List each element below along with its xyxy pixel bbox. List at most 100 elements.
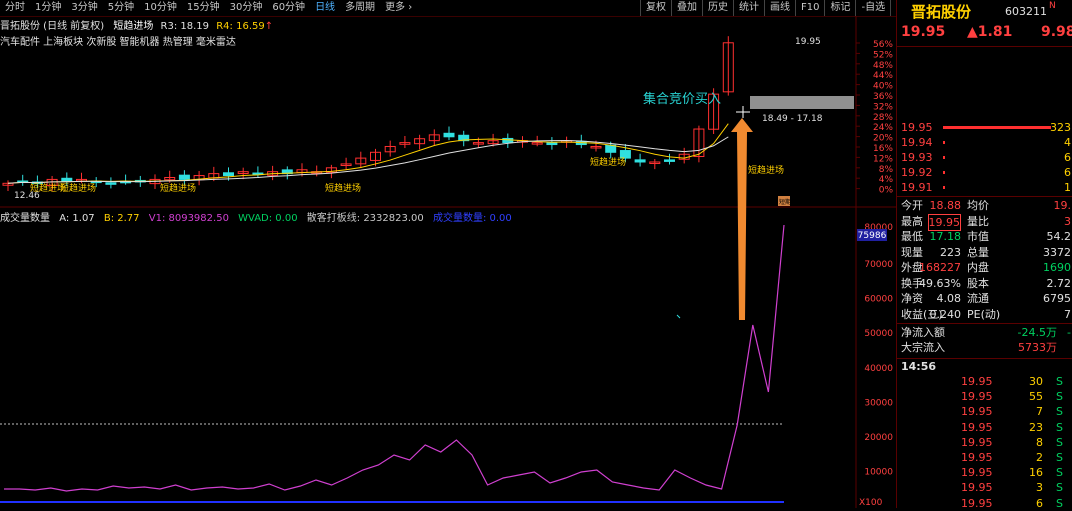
sub-axis-unit: X100 xyxy=(859,498,883,508)
stat-label: 内盘 xyxy=(967,261,989,274)
tool-button-2[interactable]: 历史 xyxy=(702,0,733,16)
sub-axis-label: 30000 xyxy=(864,398,893,408)
signal-label: 短趋进场 xyxy=(590,156,626,168)
tool-button-7[interactable]: -自选 xyxy=(855,0,890,16)
ask-price: 19.91 xyxy=(901,181,933,194)
tick-row-2: 19.95 7 S xyxy=(897,404,1072,419)
sub-wvad-value: WVAD: 0.00 xyxy=(238,213,298,224)
range-label: 18.49 - 17.18 xyxy=(762,114,823,124)
sub-indicator-info: 成交量数量 A: 1.07 B: 2.77 V1: 8093982.50 WVA… xyxy=(0,209,512,224)
tool-button-4[interactable]: 画线 xyxy=(764,0,795,16)
tick-price: 19.95 xyxy=(961,420,993,434)
period-tab-7[interactable]: 60分钟 xyxy=(267,0,310,16)
price-axis-label: 28% xyxy=(873,113,893,123)
stat-value: 168227 xyxy=(919,261,961,274)
stock-name: 晋拓股份 xyxy=(911,3,972,21)
stat-value: 1690 xyxy=(1043,261,1071,274)
tick-side: S xyxy=(1056,420,1063,434)
flow-value: 5733万 xyxy=(1018,341,1057,354)
tick-price: 19.95 xyxy=(961,405,993,419)
period-tab-2[interactable]: 3分钟 xyxy=(66,0,102,16)
candle-body xyxy=(619,150,631,159)
tick-price: 19.95 xyxy=(961,435,993,449)
sub-v1-value: V1: 8093982.50 xyxy=(148,213,229,224)
annotation-arrow xyxy=(731,118,753,320)
price-axis-label: 12% xyxy=(873,154,893,164)
tick-price: 19.95 xyxy=(961,375,993,388)
candle-body xyxy=(105,182,117,185)
current-volume-value: 75986 xyxy=(858,231,887,241)
stat-label: 最低 xyxy=(901,230,923,243)
period-tab-8[interactable]: 日线 xyxy=(310,0,340,16)
candle-body xyxy=(443,132,455,138)
ask-volume-bar xyxy=(943,156,945,159)
tick-row-7: 19.95 3 S xyxy=(897,480,1072,495)
period-tab-0[interactable]: 分时 xyxy=(0,0,30,16)
tick-row-4: 19.95 8 S xyxy=(897,435,1072,450)
signal-label: 短趋进场 xyxy=(748,164,784,176)
tick-side: S xyxy=(1056,375,1063,388)
tick-volume: 16 xyxy=(1029,466,1043,480)
tick-volume: 30 xyxy=(1029,375,1043,388)
tick-list[interactable]: 14:56 19.95 30 S 19.95 55 S 19.95 7 S 19.95 23 S 19.9… xyxy=(897,359,1072,511)
tool-button-5[interactable]: F10 xyxy=(795,0,824,16)
price-axis-label: 36% xyxy=(873,92,893,102)
stat-label: 市值 xyxy=(967,230,989,243)
stat-value: 3372 xyxy=(1043,245,1071,259)
tick-row-3: 19.95 23 S xyxy=(897,420,1072,435)
signal-label: 短趋进场 xyxy=(325,182,361,194)
price-axis-label: 4% xyxy=(879,175,894,185)
ask-volume: 6 xyxy=(1064,151,1071,164)
price-axis-label: 16% xyxy=(873,144,893,154)
stat-row-0: 今开 18.88 均价 19. xyxy=(897,198,1072,213)
stat-value: 54.2 xyxy=(1046,230,1072,243)
tick-row-8: 19.95 6 S xyxy=(897,496,1072,511)
tool-button-1[interactable]: 叠加 xyxy=(671,0,702,16)
ask-level-0: 19.95 323 xyxy=(897,120,1072,135)
stat-label: 量比 xyxy=(967,214,989,228)
candle-body xyxy=(178,174,190,180)
stat-label: 净资 xyxy=(901,292,923,305)
tick-row-6: 19.95 16 S xyxy=(897,465,1072,480)
tick-row-5: 19.95 2 S xyxy=(897,450,1072,465)
stat-value: 17.18 xyxy=(929,230,962,243)
stock-code: 603211 xyxy=(1005,5,1047,18)
period-tabs: 分时 1分钟 3分钟 5分钟 10分钟 15分钟 30分钟 60分钟 日线 多周期 更多 › xyxy=(0,0,417,16)
ask-book: 19.95 323 19.94 4 19.93 6 19.92 6 19.91 1 xyxy=(897,120,1072,196)
flow-row-0: 净流入额 -24.5万 - xyxy=(897,325,1072,340)
chart-tools: 复权叠加历史统计画线F10标记-自选返回 xyxy=(640,0,921,16)
flow-value: -24.5万 xyxy=(1017,326,1057,339)
signal-label: 短趋进场 xyxy=(160,182,196,194)
tick-side: S xyxy=(1056,481,1063,495)
period-tab-10[interactable]: 更多 › xyxy=(380,0,417,16)
chart-canvas[interactable]: 56%52%48%44%40%36%32%28%24%20%16%12%8%4%… xyxy=(0,16,896,508)
ask-price: 19.95 xyxy=(901,121,933,134)
ask-price: 19.93 xyxy=(901,151,933,164)
period-tab-1[interactable]: 1分钟 xyxy=(30,0,66,16)
period-tab-4[interactable]: 10分钟 xyxy=(139,0,182,16)
tick-volume: 55 xyxy=(1029,390,1043,404)
tick-volume: 7 xyxy=(1036,405,1043,419)
fund-flows: 净流入额 -24.5万 - 大宗流入 5733万 xyxy=(897,325,1072,357)
tool-button-6[interactable]: 标记 xyxy=(824,0,855,16)
teal-mark xyxy=(676,314,681,319)
tick-price: 19.95 xyxy=(961,496,993,510)
volume-line xyxy=(4,224,785,492)
candle-body xyxy=(634,159,646,163)
price-change: ▲1.81 xyxy=(967,24,1013,40)
tick-row-0: 19.95 30 S xyxy=(897,374,1072,389)
period-tab-9[interactable]: 多周期 xyxy=(340,0,380,16)
stat-row-3: 现量 223 总量 3372 xyxy=(897,245,1072,260)
stat-row-4: 外盘 168227 内盘 1690 xyxy=(897,260,1072,275)
auction-range-box xyxy=(750,96,854,109)
new-stock-flag: N xyxy=(1049,1,1056,11)
tool-button-3[interactable]: 统计 xyxy=(733,0,764,16)
flow-row-1: 大宗流入 5733万 xyxy=(897,340,1072,355)
auction-buy-annotation: 集合竞价买入 xyxy=(643,92,722,107)
period-tab-6[interactable]: 30分钟 xyxy=(225,0,268,16)
tick-volume: 6 xyxy=(1036,496,1043,510)
tool-button-0[interactable]: 复权 xyxy=(640,0,671,16)
stat-value: 6795 xyxy=(1043,292,1071,305)
period-tab-3[interactable]: 5分钟 xyxy=(103,0,139,16)
period-tab-5[interactable]: 15分钟 xyxy=(182,0,225,16)
